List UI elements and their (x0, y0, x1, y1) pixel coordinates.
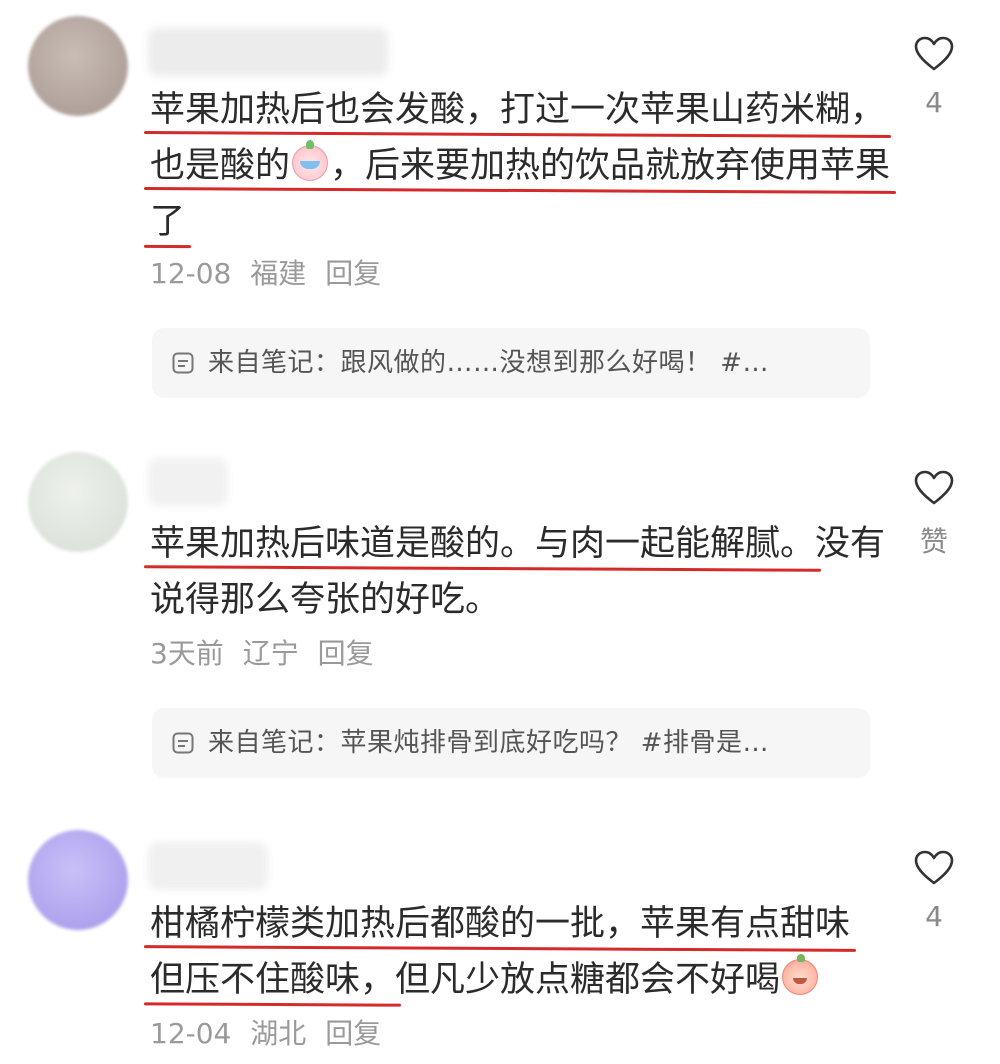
avatar[interactable] (28, 16, 128, 116)
comment-date: 12-04 (150, 1017, 232, 1050)
like-count: 赞 (919, 525, 948, 558)
comment-line-underlined: 苹果加热后味道是酸的。与肉一起能解腻。 (150, 516, 815, 572)
comment-line: 也是酸的 ，后来要加热的饮品就放弃使用苹果 (150, 138, 890, 194)
source-note-text: 来自笔记：苹果炖排骨到底好吃吗？ #排骨是… (208, 728, 770, 758)
comment-meta: 3天前 辽宁 回复 (150, 632, 384, 672)
comment-line: 柑橘柠檬类加热后都酸的一批，苹果有点甜味 (150, 896, 850, 952)
comment-line: 说得那么夸张的好吃。 (150, 580, 501, 620)
source-note-card[interactable]: 来自笔记：苹果炖排骨到底好吃吗？ #排骨是… (152, 708, 870, 778)
heart-icon (914, 850, 954, 885)
like-button[interactable]: 4 (912, 36, 956, 119)
note-icon (172, 352, 194, 374)
comment-location: 湖北 (250, 1017, 307, 1050)
source-note-text: 来自笔记：跟风做的……没想到那么好喝！ #… (208, 348, 770, 378)
comment-date: 12-08 (150, 257, 232, 290)
reply-button[interactable]: 回复 (325, 1017, 381, 1050)
avatar[interactable] (28, 830, 128, 930)
comment-line-rest: 但凡少放点糖都会不好喝 (395, 960, 781, 1000)
comment-text: 苹果加热后也会发酸，打过一次苹果山药米糊， 也是酸的 ，后来要加热的饮品就放弃使用… (150, 82, 890, 250)
reply-button[interactable]: 回复 (318, 637, 374, 670)
comment-date: 3天前 (150, 637, 224, 670)
note-icon (172, 732, 194, 754)
heart-icon (914, 36, 954, 71)
like-count: 4 (925, 86, 943, 119)
comment-meta: 12-08 福建 回复 (150, 252, 391, 292)
comment-line: 了 (150, 194, 185, 250)
username-blurred[interactable] (148, 842, 268, 890)
source-note-card[interactable]: 来自笔记：跟风做的……没想到那么好喝！ #… (152, 328, 870, 398)
heart-icon (914, 470, 954, 505)
username-blurred[interactable] (148, 458, 228, 506)
comment-text: 苹果加热后味道是酸的。与肉一起能解腻。没有 说得那么夸张的好吃。 (150, 516, 885, 628)
avatar[interactable] (28, 452, 128, 552)
peach-emoji (782, 954, 819, 995)
username-blurred[interactable] (148, 28, 388, 76)
comment-line-rest: 没有 (815, 524, 886, 564)
like-button[interactable]: 赞 (912, 470, 956, 560)
like-button[interactable]: 4 (912, 850, 956, 933)
comment-location: 辽宁 (242, 637, 299, 670)
comment-meta: 12-04 湖北 回复 (150, 1012, 391, 1052)
like-count: 4 (925, 900, 943, 933)
comment-line: 苹果加热后也会发酸，打过一次苹果山药米糊， (150, 82, 885, 138)
comment-location: 福建 (250, 257, 307, 290)
reply-button[interactable]: 回复 (325, 257, 381, 290)
comment-text: 柑橘柠檬类加热后都酸的一批，苹果有点甜味 但压不住酸味，但凡少放点糖都会不好喝 (150, 896, 880, 1008)
crying-face-emoji (292, 140, 329, 181)
comment-line-underlined: 但压不住酸味， (150, 952, 395, 1008)
